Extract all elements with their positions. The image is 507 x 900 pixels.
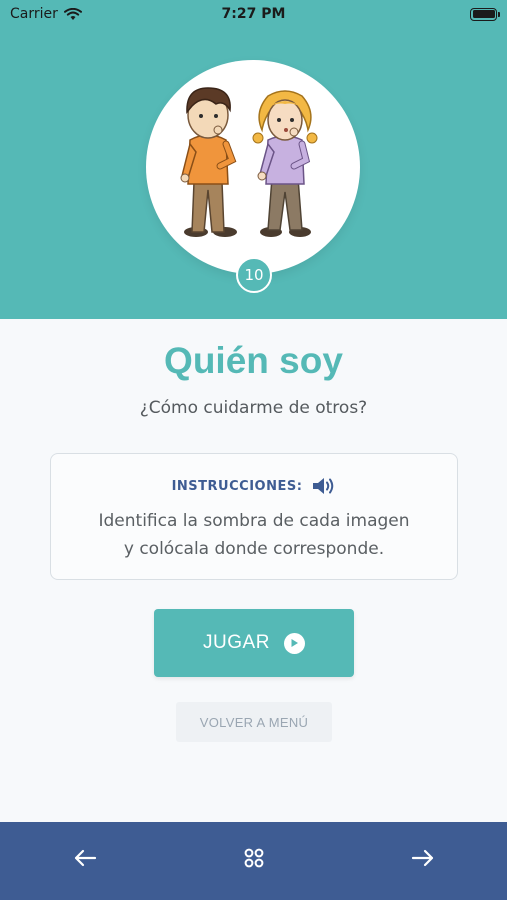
level-badge: 10 [236, 257, 272, 293]
girl-figure [252, 90, 318, 237]
menu-grid-button[interactable] [236, 840, 272, 876]
instructions-label: INSTRUCCIONES: [171, 478, 303, 494]
boy-figure [180, 87, 237, 237]
instructions-header: INSTRUCCIONES: [51, 476, 457, 496]
bottom-navigation [0, 822, 507, 900]
carrier-label: Carrier [10, 6, 58, 22]
battery-icon [470, 7, 500, 21]
illustration-circle [146, 60, 360, 274]
arrow-right-icon [411, 849, 434, 867]
instructions-card: INSTRUCCIONES: Identifica la sombra de c… [50, 453, 458, 580]
play-circle-icon [283, 632, 305, 654]
play-button[interactable]: JUGAR [154, 609, 354, 677]
wifi-icon [63, 7, 82, 20]
two-children-illustration [180, 87, 318, 237]
instructions-line-2: y colócala donde corresponde. [123, 539, 385, 559]
instructions-text: Identifica la sombra de cada imagen y co… [51, 507, 457, 563]
status-bar: Carrier 7:27 PM [0, 0, 507, 28]
arrow-left-icon [74, 849, 97, 867]
previous-button[interactable] [67, 840, 103, 876]
header-banner: 10 [0, 0, 507, 319]
play-button-label: JUGAR [203, 632, 270, 653]
battery-level [472, 10, 495, 18]
next-button[interactable] [405, 840, 441, 876]
grid-icon [244, 848, 264, 868]
back-to-menu-button[interactable]: VOLVER A MENÚ [176, 702, 332, 742]
page-title: Quién soy [164, 340, 343, 381]
play-triangle-icon [291, 639, 299, 647]
status-left: Carrier [10, 6, 82, 22]
page-subtitle: ¿Cómo cuidarme de otros? [139, 398, 368, 418]
speaker-icon[interactable] [312, 476, 336, 496]
instructions-line-1: Identifica la sombra de cada imagen [98, 511, 410, 531]
